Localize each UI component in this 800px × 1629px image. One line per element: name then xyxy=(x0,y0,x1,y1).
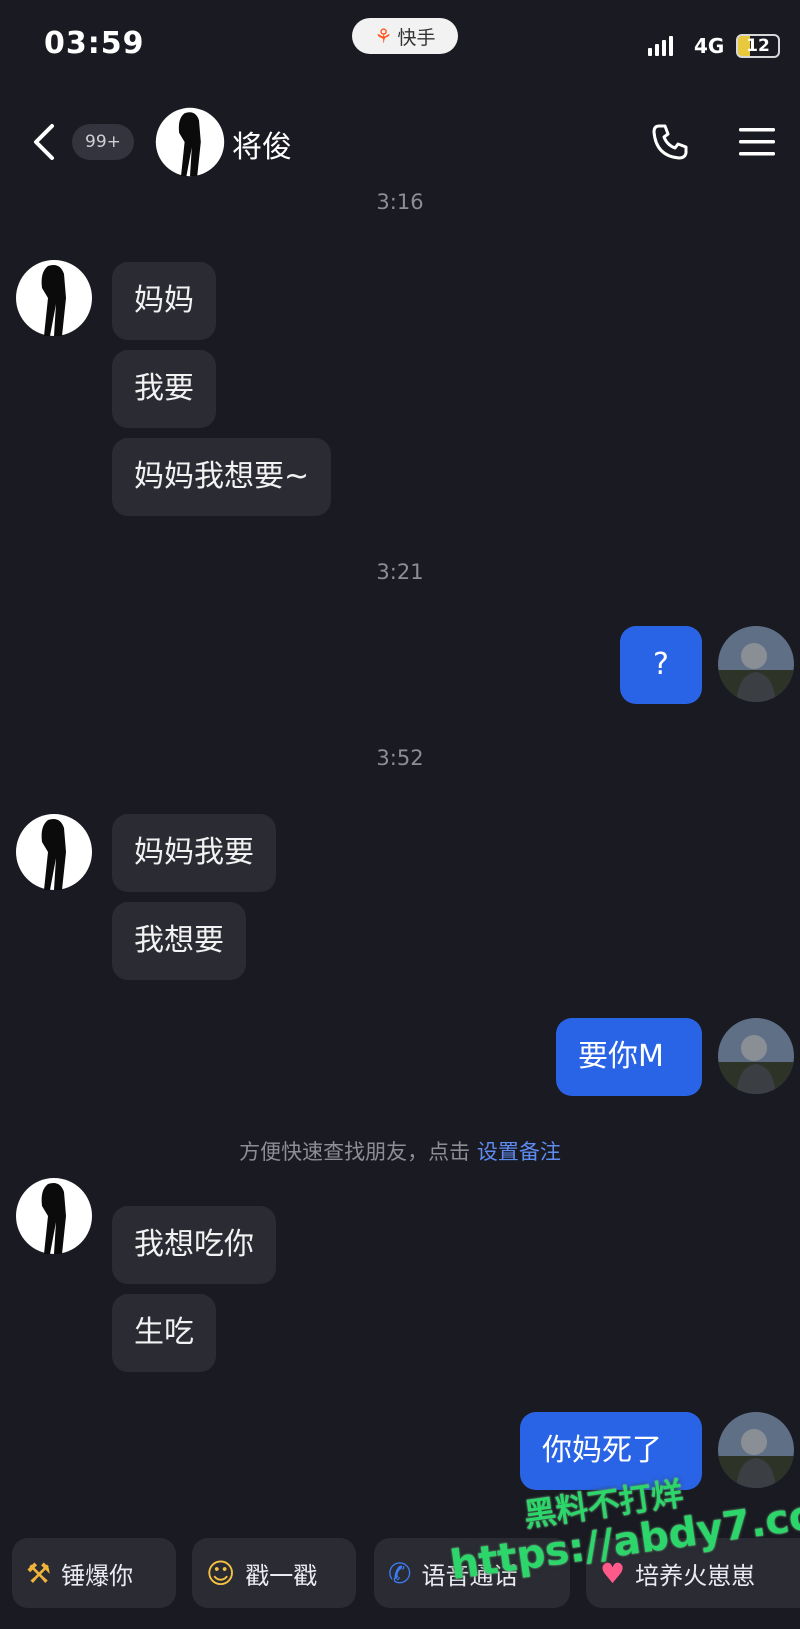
poke-emoji-icon: ☺ xyxy=(206,1556,236,1590)
action-label: 语音通话 xyxy=(421,1561,518,1590)
action-label: 戳一戳 xyxy=(245,1561,318,1590)
action-fire-pet-button[interactable]: ♥ 培养火崽崽 xyxy=(586,1538,800,1608)
incoming-message[interactable]: 我想要 xyxy=(112,902,246,980)
incoming-message[interactable]: 我要 xyxy=(112,350,216,428)
incoming-message[interactable]: 妈妈 xyxy=(112,262,216,340)
action-label: 锤爆你 xyxy=(61,1561,134,1590)
contact-avatar[interactable] xyxy=(14,1176,94,1256)
outgoing-message[interactable]: 你妈死了 xyxy=(520,1412,702,1490)
set-remark-link[interactable]: 设置备注 xyxy=(477,1140,561,1164)
action-hammer-button[interactable]: ⚒ 锤爆你 xyxy=(12,1538,176,1608)
phone-call-icon: ✆ xyxy=(388,1556,412,1590)
contact-avatar[interactable] xyxy=(14,812,94,892)
timestamp: 3:52 xyxy=(376,746,424,770)
contact-avatar[interactable] xyxy=(14,258,94,338)
action-poke-button[interactable]: ☺ 戳一戳 xyxy=(192,1538,356,1608)
timestamp: 3:16 xyxy=(376,190,424,214)
message-list[interactable]: 3:16 妈妈 我要 妈妈我想要~ 3:21 ? 3:52 妈妈我要 我想要 要… xyxy=(0,0,800,1629)
my-avatar[interactable] xyxy=(716,1410,796,1490)
timestamp: 3:21 xyxy=(376,560,424,584)
set-remark-notice: 方便快速查找朋友，点击 设置备注 xyxy=(0,1136,800,1166)
incoming-message[interactable]: 生吃 xyxy=(112,1294,216,1372)
my-avatar[interactable] xyxy=(716,1016,796,1096)
action-label: 培养火崽崽 xyxy=(635,1561,756,1590)
my-avatar[interactable] xyxy=(716,624,796,704)
incoming-message[interactable]: 妈妈我要 xyxy=(112,814,276,892)
notice-text: 方便快速查找朋友，点击 xyxy=(239,1140,471,1164)
heart-icon: ♥ xyxy=(600,1556,626,1590)
outgoing-message[interactable]: ? xyxy=(620,626,702,704)
action-voice-call-button[interactable]: ✆ 语音通话 xyxy=(374,1538,570,1608)
incoming-message[interactable]: 我想吃你 xyxy=(112,1206,276,1284)
outgoing-message[interactable]: 要你M xyxy=(556,1018,702,1096)
hammer-icon: ⚒ xyxy=(26,1556,52,1590)
incoming-message[interactable]: 妈妈我想要~ xyxy=(112,438,332,516)
quick-actions-bar: ⚒ 锤爆你 ☺ 戳一戳 ✆ 语音通话 ♥ 培养火崽崽 xyxy=(0,1538,800,1608)
